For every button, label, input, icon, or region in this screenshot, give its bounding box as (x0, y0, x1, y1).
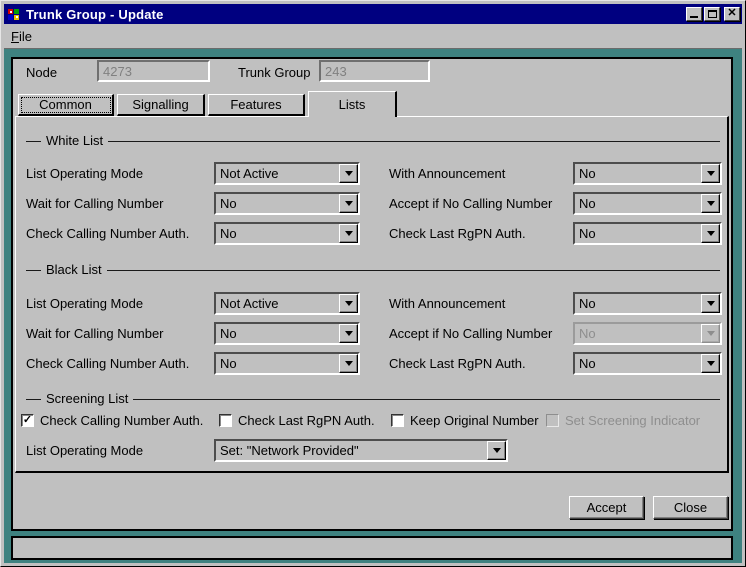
chevron-down-icon[interactable] (701, 164, 720, 183)
minimize-icon (690, 16, 698, 18)
bl-wait-for-calling-number-label: Wait for Calling Number (26, 326, 164, 341)
tab-lists[interactable]: Lists (308, 91, 397, 117)
maximize-icon (708, 10, 717, 18)
close-action-button[interactable]: Close (653, 496, 728, 519)
checkbox-unchecked-icon[interactable] (391, 414, 404, 427)
sl-list-operating-mode-label: List Operating Mode (26, 443, 143, 458)
wl-list-operating-mode-combo[interactable]: Not Active (214, 162, 360, 185)
wl-accept-if-no-calling-number-combo[interactable]: No (573, 192, 722, 215)
checkbox-disabled-icon (546, 414, 559, 427)
black-list-separator: Black List (26, 262, 720, 278)
wl-wait-for-calling-number-label: Wait for Calling Number (26, 196, 164, 211)
bl-check-calling-number-auth-label: Check Calling Number Auth. (26, 356, 189, 371)
white-list-separator: White List (26, 133, 720, 149)
sl-keep-original-number-checkbox[interactable]: Keep Original Number (391, 413, 539, 428)
app-icon (7, 6, 23, 22)
chevron-down-icon[interactable] (701, 354, 720, 373)
chevron-down-icon[interactable] (339, 354, 358, 373)
trunk-group-field[interactable]: 243 (319, 60, 430, 82)
chevron-down-icon[interactable] (339, 194, 358, 213)
wl-check-calling-number-auth-label: Check Calling Number Auth. (26, 226, 189, 241)
minimize-button[interactable] (686, 7, 702, 21)
wl-with-announcement-combo[interactable]: No (573, 162, 722, 185)
chevron-down-icon[interactable] (339, 324, 358, 343)
wl-check-calling-number-auth-combo[interactable]: No (214, 222, 360, 245)
menu-file[interactable]: File (4, 27, 39, 46)
trunk-group-label: Trunk Group (238, 65, 311, 80)
main-form-panel: Node 4273 Trunk Group 243 Common Signall… (11, 57, 733, 531)
tab-common[interactable]: Common (18, 94, 114, 116)
bl-accept-if-no-calling-number-label: Accept if No Calling Number (389, 326, 552, 341)
maximize-button[interactable] (704, 7, 720, 21)
menu-bar: File (4, 24, 742, 48)
bl-list-operating-mode-label: List Operating Mode (26, 296, 143, 311)
chevron-down-icon[interactable] (487, 441, 506, 460)
window-title: Trunk Group - Update (26, 7, 684, 22)
checkbox-checked-icon[interactable]: ✓ (21, 414, 34, 427)
client-area: Node 4273 Trunk Group 243 Common Signall… (4, 48, 742, 563)
bl-check-last-rgpn-auth-combo[interactable]: No (573, 352, 722, 375)
node-field[interactable]: 4273 (97, 60, 210, 82)
chevron-down-icon[interactable] (701, 194, 720, 213)
wl-accept-if-no-calling-number-label: Accept if No Calling Number (389, 196, 552, 211)
chevron-down-icon[interactable] (339, 294, 358, 313)
close-icon: ✕ (727, 8, 736, 19)
app-window: Trunk Group - Update ✕ File Node 4273 Tr… (0, 0, 746, 567)
bl-accept-if-no-calling-number-combo: No (573, 322, 722, 345)
wl-with-announcement-label: With Announcement (389, 166, 505, 181)
bl-list-operating-mode-combo[interactable]: Not Active (214, 292, 360, 315)
accept-button[interactable]: Accept (569, 496, 644, 519)
chevron-down-icon[interactable] (701, 224, 720, 243)
checkbox-unchecked-icon[interactable] (219, 414, 232, 427)
chevron-down-icon[interactable] (701, 294, 720, 313)
wl-wait-for-calling-number-combo[interactable]: No (214, 192, 360, 215)
sl-check-calling-number-auth-checkbox[interactable]: ✓ Check Calling Number Auth. (21, 413, 203, 428)
bl-wait-for-calling-number-combo[interactable]: No (214, 322, 360, 345)
white-list-title: White List (41, 133, 108, 148)
sl-list-operating-mode-combo[interactable]: Set: "Network Provided" (214, 439, 508, 462)
bl-check-calling-number-auth-combo[interactable]: No (214, 352, 360, 375)
wl-list-operating-mode-label: List Operating Mode (26, 166, 143, 181)
node-label: Node (26, 65, 57, 80)
black-list-title: Black List (41, 262, 107, 277)
title-bar: Trunk Group - Update ✕ (4, 4, 742, 24)
screening-list-separator: Screening List (26, 391, 720, 407)
sl-set-screening-indicator-checkbox: Set Screening Indicator (546, 413, 700, 428)
wl-check-last-rgpn-auth-combo[interactable]: No (573, 222, 722, 245)
wl-check-last-rgpn-auth-label: Check Last RgPN Auth. (389, 226, 526, 241)
status-bar (11, 536, 733, 560)
chevron-down-icon (701, 324, 720, 343)
sl-check-last-rgpn-auth-checkbox[interactable]: Check Last RgPN Auth. (219, 413, 375, 428)
bl-with-announcement-combo[interactable]: No (573, 292, 722, 315)
bl-check-last-rgpn-auth-label: Check Last RgPN Auth. (389, 356, 526, 371)
bl-with-announcement-label: With Announcement (389, 296, 505, 311)
tab-signalling[interactable]: Signalling (117, 94, 205, 116)
tab-features[interactable]: Features (208, 94, 305, 116)
close-button[interactable]: ✕ (724, 7, 740, 21)
chevron-down-icon[interactable] (339, 224, 358, 243)
chevron-down-icon[interactable] (339, 164, 358, 183)
screening-list-title: Screening List (41, 391, 133, 406)
